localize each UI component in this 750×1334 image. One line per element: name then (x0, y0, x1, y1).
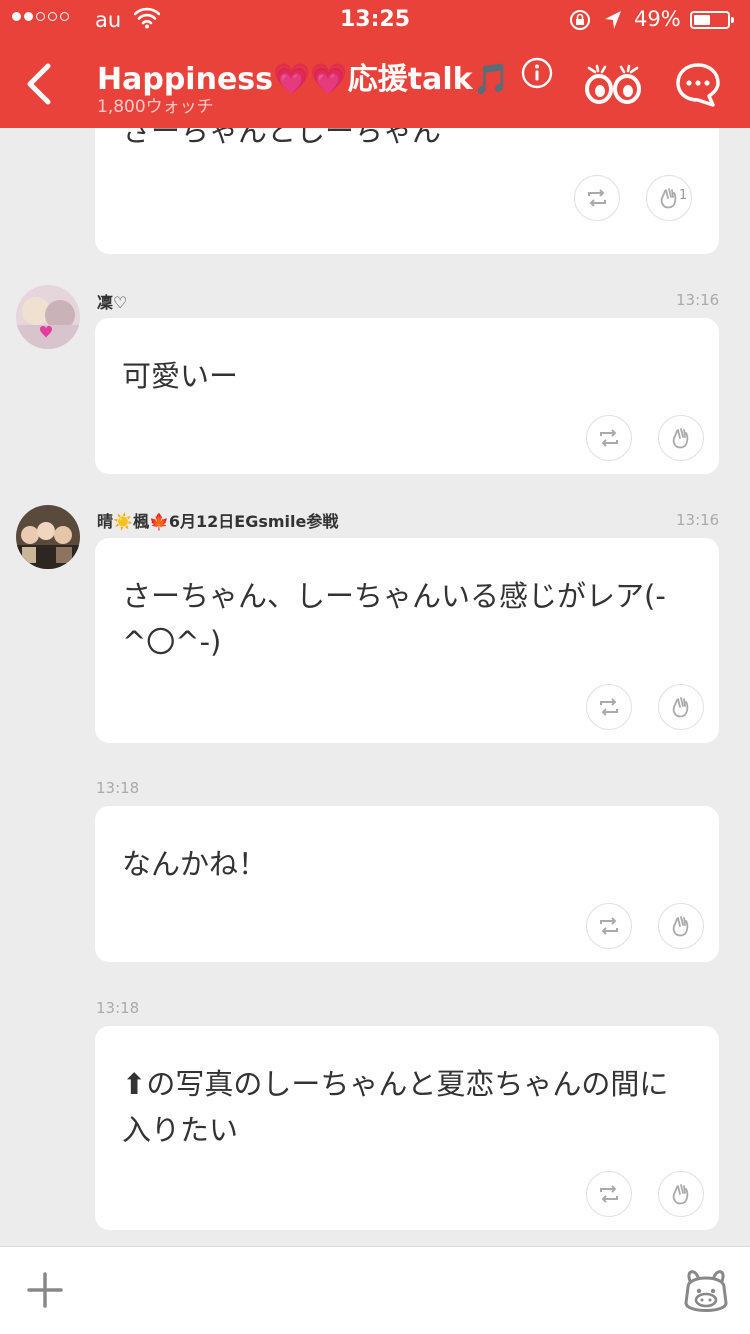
avatar-photo (16, 285, 80, 349)
repost-icon (600, 429, 618, 447)
battery-icon (690, 11, 730, 29)
back-chevron-icon[interactable] (20, 60, 60, 108)
message-bubble[interactable]: なんかね！ (95, 806, 719, 962)
bottom-input-bar (0, 1246, 750, 1334)
rotation-lock-icon (570, 10, 590, 30)
message-time: 13:18 (96, 999, 140, 1017)
repost-icon (588, 189, 606, 207)
clap-hand-icon (660, 188, 677, 209)
heart-emoji-icon: 💗 (310, 62, 348, 97)
up-arrow-emoji-icon: ⬆ (122, 1067, 147, 1101)
username: 凜♡ (97, 293, 128, 312)
battery-tip (731, 17, 734, 23)
message-bubble[interactable]: さーちゃんとしーちゃん 1 (95, 128, 719, 254)
clap-button[interactable] (658, 415, 704, 461)
plus-icon[interactable] (25, 1270, 65, 1310)
clap-count: 1 (679, 188, 688, 203)
clap-button[interactable]: 1 (646, 175, 692, 221)
mascot-stamp-icon[interactable] (680, 1265, 732, 1317)
watch-eyes-icon[interactable] (583, 62, 643, 106)
message-bubble[interactable]: 可愛いー (95, 318, 719, 474)
message-bubble[interactable]: ⬆の写真のしーちゃんと夏恋ちゃんの間に入りたい (95, 1026, 719, 1230)
repost-button[interactable] (586, 684, 632, 730)
info-icon[interactable] (521, 57, 553, 89)
message-time: 13:16 (676, 291, 720, 309)
username: 晴☀️楓🍁6月12日EGsmile参戦 (97, 508, 338, 532)
clap-hand-icon (672, 1184, 689, 1205)
message-time: 13:16 (676, 511, 720, 529)
nav-bar: Happiness💗💗応援talk🎵 1,800ウォッチ (0, 40, 750, 128)
repost-icon (600, 917, 618, 935)
sun-emoji-icon: ☀️ (113, 512, 133, 531)
message-list[interactable]: さーちゃんとしーちゃん 1 凜♡ 13:16 可愛いー 晴☀️楓🍁6月12日EG… (0, 128, 750, 1246)
repost-button[interactable] (586, 1171, 632, 1217)
message-text: さーちゃんとしーちゃん (122, 128, 442, 148)
repost-button[interactable] (574, 175, 620, 221)
avatar-photo (16, 505, 80, 569)
message-time: 13:18 (96, 779, 140, 797)
username-part: 晴 (97, 512, 114, 531)
title-text-suffix: 応援talk (347, 62, 473, 97)
maple-leaf-emoji-icon: 🍁 (148, 512, 169, 531)
message-text: さーちゃん、しーちゃんいる感じがレア(-^〇^-) (122, 579, 666, 659)
repost-icon (600, 1185, 618, 1203)
repost-button[interactable] (586, 415, 632, 461)
clap-button[interactable] (658, 684, 704, 730)
clap-hand-icon (672, 916, 689, 937)
username-part: 6月12日EGsmile参戦 (168, 512, 339, 531)
repost-button[interactable] (586, 903, 632, 949)
repost-icon (600, 698, 618, 716)
location-arrow-icon (605, 11, 621, 29)
clap-hand-icon (672, 428, 689, 449)
message-text: なんかね！ (122, 847, 268, 881)
watch-count: 1,800ウォッチ (97, 97, 214, 117)
music-note-emoji-icon: 🎵 (472, 62, 510, 97)
message-text: 可愛いー (122, 359, 239, 393)
heart-emoji-icon: 💗 (273, 62, 311, 97)
message-text: ⬆の写真のしーちゃんと夏恋ちゃんの間に入りたい (122, 1061, 689, 1153)
status-bar: au 13:25 49% (0, 0, 750, 40)
clap-button[interactable] (658, 1171, 704, 1217)
battery-percent: 49% (634, 7, 681, 31)
username-part: 楓 (132, 512, 149, 531)
message-text-body: の写真のしーちゃんと夏恋ちゃんの間に入りたい (122, 1067, 669, 1147)
message-bubble[interactable]: さーちゃん、しーちゃんいる感じがレア(-^〇^-) (95, 538, 719, 743)
user-avatar[interactable] (16, 505, 80, 569)
chat-bubble-icon[interactable] (675, 62, 721, 108)
clap-hand-icon (672, 697, 689, 718)
user-avatar[interactable] (16, 285, 80, 349)
clap-button[interactable] (658, 903, 704, 949)
